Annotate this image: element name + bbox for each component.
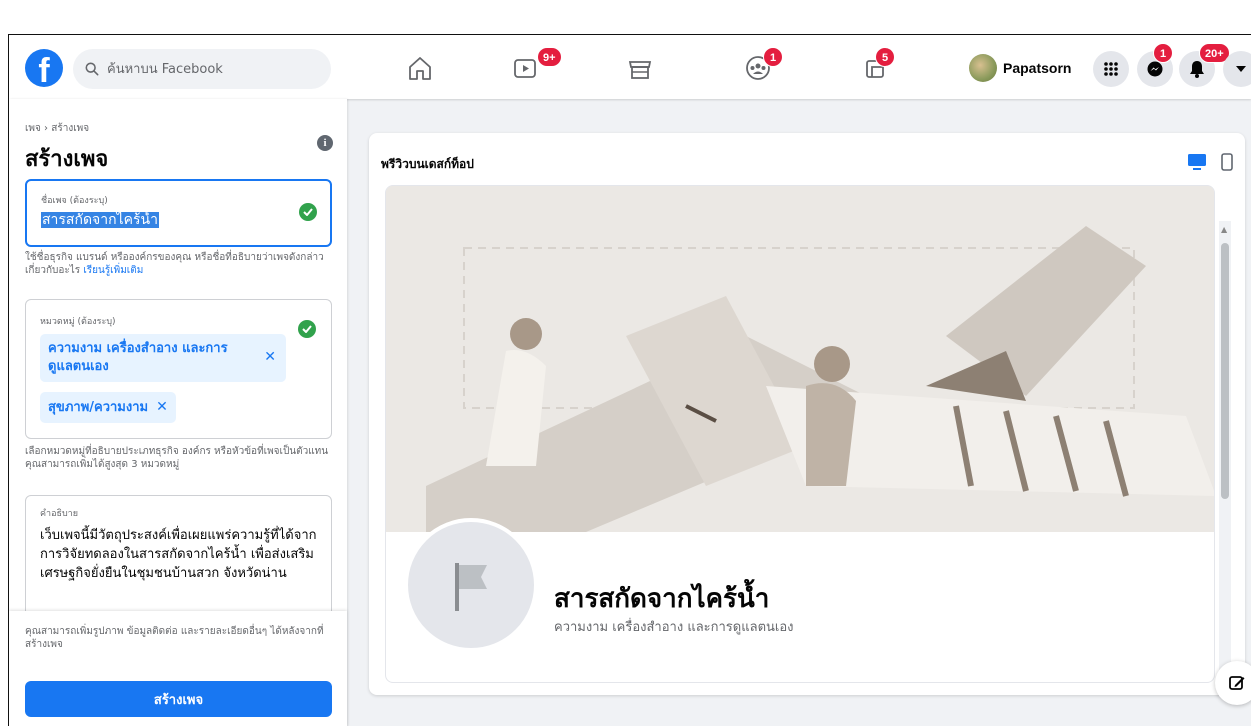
profile-button[interactable]: Papatsorn bbox=[969, 51, 1071, 85]
bottom-note: คุณสามารถเพิ่มรูปภาพ ข้อมูลติดต่อ และราย… bbox=[25, 626, 324, 650]
cover-illustration bbox=[386, 186, 1214, 532]
page-name-label: ชื่อเพจ (ต้องระบุ) bbox=[41, 196, 108, 206]
page-name-help-text: ใช้ชื่อธุรกิจ แบรนด์ หรือองค์กรของคุณ หร… bbox=[25, 252, 324, 276]
category-field[interactable]: หมวดหมู่ (ต้องระบุ) ความงาม เครื่องสำอาง… bbox=[25, 299, 332, 439]
category-chip-label: ความงาม เครื่องสำอาง และการดูแลตนเอง bbox=[48, 341, 228, 374]
category-help: เลือกหมวดหมู่ที่อธิบายประเภทธุรกิจ องค์ก… bbox=[25, 446, 329, 470]
search-box[interactable] bbox=[73, 49, 331, 89]
search-input[interactable] bbox=[107, 61, 307, 77]
page-name-value: สารสกัดจากไคร้น้ำ bbox=[41, 212, 159, 228]
info-icon[interactable]: i bbox=[317, 135, 333, 151]
bell-icon bbox=[1190, 61, 1204, 78]
scroll-up-arrow[interactable]: ▲ bbox=[1221, 225, 1227, 234]
check-icon bbox=[298, 320, 316, 338]
create-page-sidebar: เพจ › สร้างเพจ สร้างเพจ i ชื่อเพจ (ต้องร… bbox=[9, 99, 347, 726]
scroll-thumb[interactable] bbox=[1221, 243, 1229, 499]
cover-image bbox=[386, 186, 1214, 532]
search-icon bbox=[85, 62, 99, 76]
preview-page-category: ความงาม เครื่องสำอาง และการดูแลตนเอง bbox=[554, 620, 794, 635]
page-name-input[interactable]: สารสกัดจากไคร้น้ำ bbox=[41, 209, 159, 231]
new-message-button[interactable] bbox=[1215, 661, 1251, 705]
avatar bbox=[969, 54, 997, 82]
page-name-field[interactable]: ชื่อเพจ (ต้องระบุ) สารสกัดจากไคร้น้ำ bbox=[25, 179, 332, 247]
learn-more-link[interactable]: เรียนรู้เพิ่มเติม bbox=[83, 265, 143, 276]
category-chip-label: สุขภาพ/ความงาม bbox=[48, 400, 149, 415]
browser-frame: f 9+ 1 5 Papatsorn 1 bbox=[8, 34, 1251, 726]
preview-scrollbar[interactable]: ▲ bbox=[1219, 221, 1231, 697]
watch-badge: 9+ bbox=[537, 47, 562, 67]
page-title: สร้างเพจ bbox=[25, 147, 109, 172]
groups-badge: 1 bbox=[763, 47, 783, 67]
page-profile-picture bbox=[404, 518, 538, 652]
page-name-help: ใช้ชื่อธุรกิจ แบรนด์ หรือองค์กรของคุณ หร… bbox=[25, 251, 335, 277]
marketplace-icon[interactable] bbox=[625, 53, 655, 83]
preview-title: พรีวิวบนเดสก์ท็อป bbox=[381, 157, 474, 171]
gaming-badge: 5 bbox=[875, 47, 895, 67]
description-textarea[interactable]: เว็บเพจนี้มีวัตถุประสงค์เพื่อเผยแพร่ความ… bbox=[40, 526, 324, 583]
page-preview: สารสกัดจากไคร้น้ำ ความงาม เครื่องสำอาง แ… bbox=[385, 185, 1215, 683]
desktop-preview-panel: พรีวิวบนเดสก์ท็อป สารสกัดจากไคร้น้ำ ความ… bbox=[369, 133, 1245, 695]
account-menu-button[interactable] bbox=[1223, 51, 1251, 87]
breadcrumb[interactable]: เพจ › สร้างเพจ bbox=[25, 121, 89, 136]
grid-menu-icon bbox=[1104, 62, 1118, 76]
check-icon bbox=[299, 203, 317, 221]
facebook-logo[interactable]: f bbox=[25, 49, 63, 87]
compose-icon bbox=[1229, 676, 1245, 690]
description-field[interactable]: คำอธิบาย เว็บเพจนี้มีวัตถุประสงค์เพื่อเผ… bbox=[25, 495, 332, 625]
category-chip[interactable]: ความงาม เครื่องสำอาง และการดูแลตนเอง ✕ bbox=[40, 334, 286, 382]
caret-down-icon bbox=[1236, 66, 1246, 72]
mobile-icon[interactable] bbox=[1221, 153, 1233, 171]
desktop-icon[interactable] bbox=[1187, 153, 1207, 171]
create-page-button[interactable]: สร้างเพจ bbox=[25, 681, 332, 717]
messenger-badge: 1 bbox=[1153, 43, 1173, 63]
top-navigation-bar: f 9+ 1 5 Papatsorn 1 bbox=[9, 35, 1251, 99]
preview-page-name: สารสกัดจากไคร้น้ำ bbox=[554, 584, 770, 614]
flag-icon bbox=[455, 563, 487, 611]
profile-name: Papatsorn bbox=[1003, 60, 1072, 76]
home-icon[interactable] bbox=[405, 53, 435, 83]
category-chip[interactable]: สุขภาพ/ความงาม ✕ bbox=[40, 392, 176, 423]
sidebar-footer: คุณสามารถเพิ่มรูปภาพ ข้อมูลติดต่อ และราย… bbox=[9, 611, 347, 726]
remove-chip-icon[interactable]: ✕ bbox=[156, 399, 168, 415]
remove-chip-icon[interactable]: ✕ bbox=[264, 348, 276, 366]
category-label: หมวดหมู่ (ต้องระบุ) bbox=[40, 317, 116, 327]
menu-button[interactable] bbox=[1093, 51, 1129, 87]
description-label: คำอธิบาย bbox=[40, 509, 79, 519]
